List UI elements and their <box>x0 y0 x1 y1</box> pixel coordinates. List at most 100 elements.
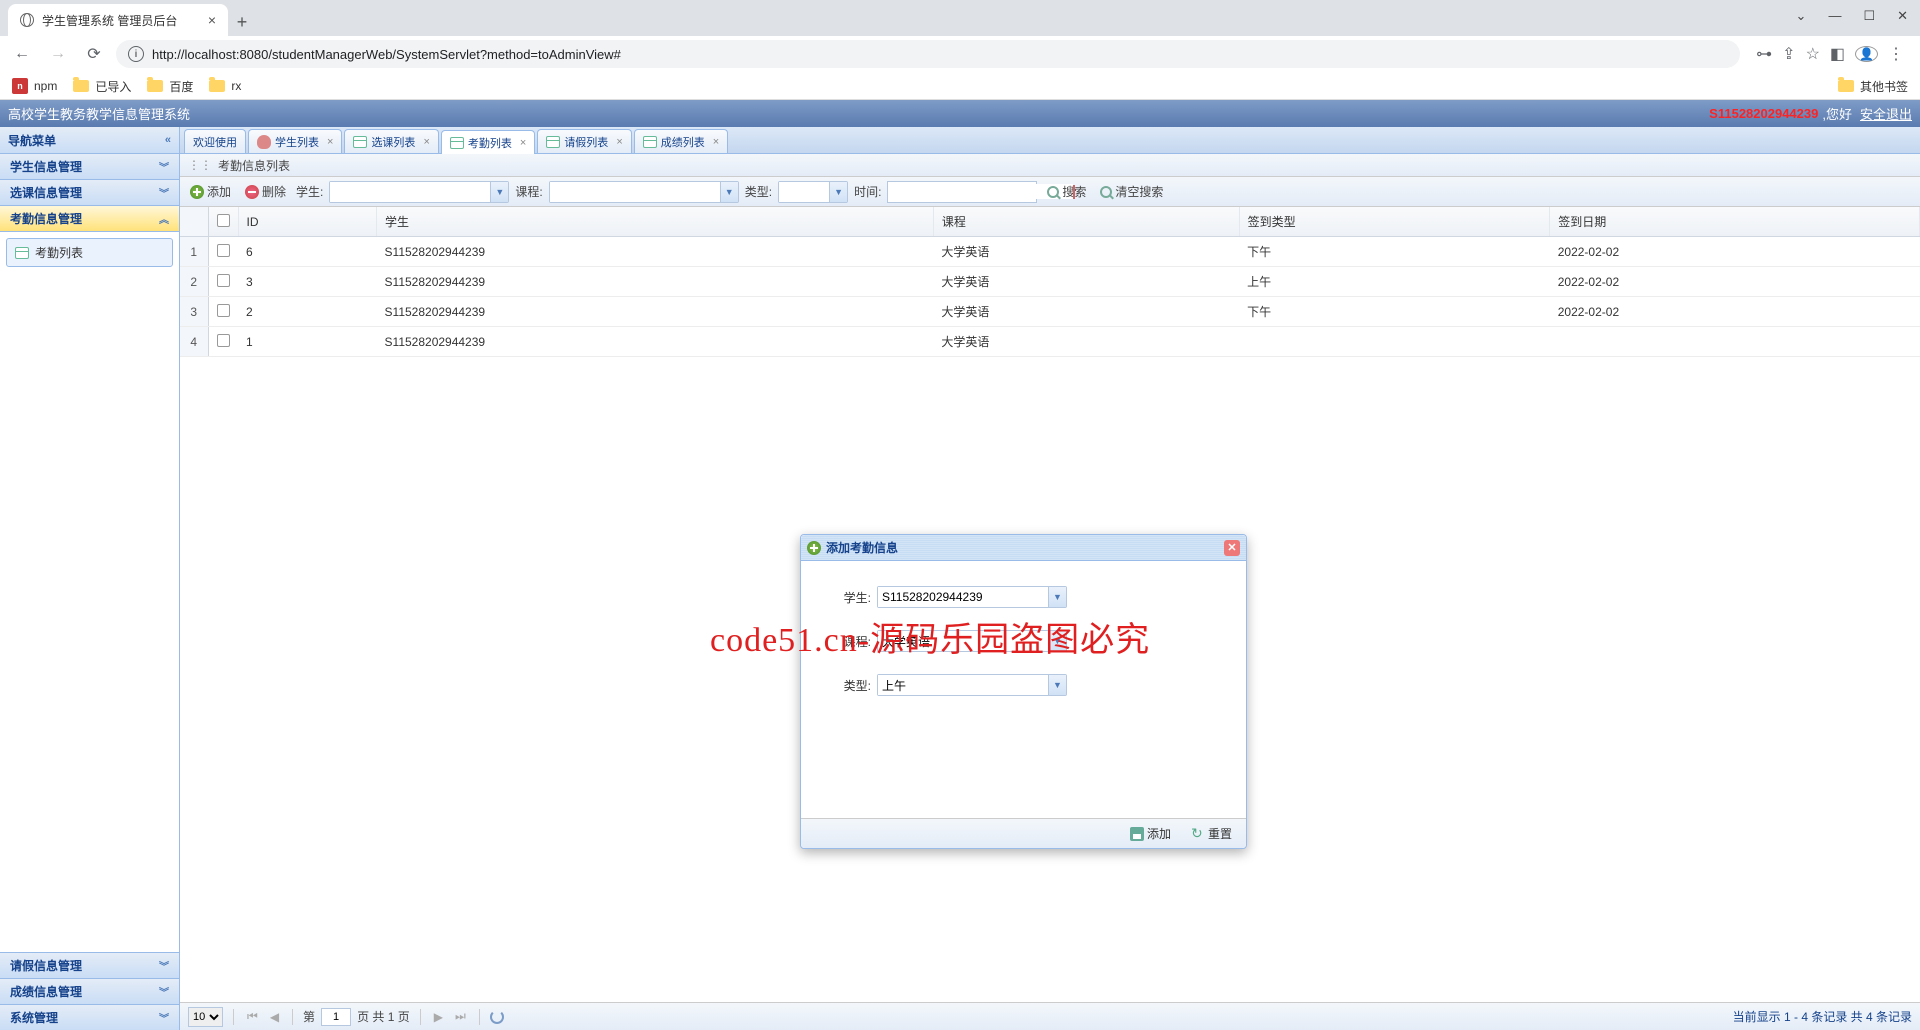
form-course-select[interactable]: ▼ <box>877 630 1067 652</box>
tab-attendance[interactable]: 考勤列表× <box>441 130 535 154</box>
globe-icon <box>20 13 34 27</box>
row-checkbox[interactable] <box>208 297 238 327</box>
bookmark-baidu[interactable]: 百度 <box>147 78 193 95</box>
cell-course: 大学英语 <box>933 327 1239 357</box>
close-icon[interactable]: × <box>520 137 526 149</box>
row-checkbox[interactable] <box>208 237 238 267</box>
row-number: 3 <box>180 297 208 327</box>
dialog-close-button[interactable]: ✕ <box>1224 540 1240 556</box>
prev-page-button[interactable]: ◀ <box>267 1010 282 1024</box>
bookmark-npm[interactable]: nnpm <box>12 78 57 94</box>
first-page-button[interactable]: ⏮ <box>244 1009 261 1024</box>
form-student-select[interactable]: ▼ <box>877 586 1067 608</box>
bookmark-imported[interactable]: 已导入 <box>73 78 131 95</box>
bookmark-other[interactable]: 其他书签 <box>1838 78 1908 95</box>
new-tab-button[interactable]: + <box>228 8 256 36</box>
tab-course[interactable]: 选课列表× <box>344 129 438 153</box>
course-filter[interactable]: ▼ <box>549 181 739 203</box>
close-icon[interactable]: × <box>616 136 622 148</box>
cell-date: 2022-02-02 <box>1550 237 1920 267</box>
col-student[interactable]: 学生 <box>377 207 934 237</box>
cell-student: S11528202944239 <box>377 237 934 267</box>
address-bar[interactable]: i http://localhost:8080/studentManagerWe… <box>116 40 1740 68</box>
chevron-down-icon[interactable]: ▼ <box>720 182 738 202</box>
table-row[interactable]: 2 3 S11528202944239 大学英语 上午 2022-02-02 <box>180 267 1920 297</box>
col-id[interactable]: ID <box>238 207 377 237</box>
bookmark-rx[interactable]: rx <box>209 79 241 93</box>
close-icon[interactable]: × <box>713 136 719 148</box>
greeting: ,您好 <box>1822 104 1852 123</box>
reload-button[interactable]: ⟳ <box>80 40 108 68</box>
cell-date <box>1550 327 1920 357</box>
star-icon[interactable]: ☆ <box>1806 44 1820 64</box>
clear-search-button[interactable]: 清空搜索 <box>1096 181 1167 202</box>
extensions-icon[interactable]: ◧ <box>1830 44 1845 64</box>
dialog-reset-button[interactable]: 重置 <box>1187 823 1236 844</box>
window-minimize-icon[interactable]: — <box>1828 8 1841 24</box>
npm-icon: n <box>12 78 28 94</box>
delete-button[interactable]: 删除 <box>241 181 290 202</box>
chevron-down-icon[interactable]: ▼ <box>1048 587 1066 607</box>
last-page-button[interactable]: ⏭ <box>452 1009 469 1024</box>
page-size-select[interactable]: 10 <box>188 1007 223 1027</box>
tab-close-icon[interactable]: × <box>208 12 216 28</box>
table-row[interactable]: 1 6 S11528202944239 大学英语 下午 2022-02-02 <box>180 237 1920 267</box>
profile-icon[interactable]: 👤 <box>1855 46 1878 62</box>
menu-icon[interactable]: ⋮ <box>1888 44 1904 64</box>
form-type-select[interactable]: ▼ <box>877 674 1067 696</box>
calendar-icon[interactable] <box>1073 185 1075 199</box>
sidebar-item-course[interactable]: 选课信息管理︾ <box>0 180 179 206</box>
dialog-add-button[interactable]: 添加 <box>1126 823 1175 844</box>
chevron-down-icon: ︾ <box>159 159 169 174</box>
tab-welcome[interactable]: 欢迎使用 <box>184 129 246 153</box>
sidebar-item-attendance[interactable]: 考勤信息管理︽ <box>0 206 179 232</box>
key-icon[interactable]: ⊶ <box>1756 44 1772 64</box>
tab-student[interactable]: 学生列表× <box>248 129 342 153</box>
chevron-down-icon[interactable]: ▼ <box>490 182 508 202</box>
form-course-label: 课程: <box>821 633 871 650</box>
cell-id: 1 <box>238 327 377 357</box>
share-icon[interactable]: ⇪ <box>1782 44 1795 64</box>
row-checkbox[interactable] <box>208 267 238 297</box>
tab-leave[interactable]: 请假列表× <box>537 129 631 153</box>
search-button[interactable]: 搜索 <box>1043 181 1090 202</box>
close-icon[interactable]: × <box>327 136 333 148</box>
row-checkbox[interactable] <box>208 327 238 357</box>
sidebar-item-system[interactable]: 系统管理︾ <box>0 1004 179 1030</box>
browser-tab[interactable]: 学生管理系统 管理员后台 × <box>8 4 228 36</box>
window-close-icon[interactable]: ✕ <box>1897 8 1908 24</box>
site-info-icon[interactable]: i <box>128 46 144 62</box>
close-icon[interactable]: × <box>423 136 429 148</box>
chevron-down-icon[interactable]: ▼ <box>1048 631 1066 651</box>
refresh-button[interactable] <box>490 1010 504 1024</box>
type-filter[interactable]: ▼ <box>778 181 848 203</box>
cell-student: S11528202944239 <box>377 327 934 357</box>
page-input[interactable] <box>321 1008 351 1026</box>
row-number: 1 <box>180 237 208 267</box>
chevron-down-icon[interactable]: ▼ <box>829 182 847 202</box>
collapse-icon[interactable]: « <box>165 134 171 146</box>
table-row[interactable]: 4 1 S11528202944239 大学英语 <box>180 327 1920 357</box>
chevron-down-icon[interactable]: ▼ <box>1048 675 1066 695</box>
forward-button[interactable]: → <box>44 40 72 68</box>
sidebar-item-leave[interactable]: 请假信息管理︾ <box>0 952 179 978</box>
sidebar-item-student[interactable]: 学生信息管理︾ <box>0 154 179 180</box>
back-button[interactable]: ← <box>8 40 36 68</box>
col-course[interactable]: 课程 <box>933 207 1239 237</box>
cell-type: 下午 <box>1239 237 1550 267</box>
next-page-button[interactable]: ▶ <box>431 1010 446 1024</box>
sidebar-item-grade[interactable]: 成绩信息管理︾ <box>0 978 179 1004</box>
col-checkbox[interactable] <box>208 207 238 237</box>
table-row[interactable]: 3 2 S11528202944239 大学英语 下午 2022-02-02 <box>180 297 1920 327</box>
sidebar-leaf-attendance-list[interactable]: 考勤列表 <box>6 238 173 267</box>
col-date[interactable]: 签到日期 <box>1550 207 1920 237</box>
student-filter[interactable]: ▼ <box>329 181 509 203</box>
logout-link[interactable]: 安全退出 <box>1860 104 1912 123</box>
save-icon <box>1130 827 1144 841</box>
add-button[interactable]: 添加 <box>186 181 235 202</box>
tab-grade[interactable]: 成绩列表× <box>634 129 728 153</box>
window-maximize-icon[interactable]: ☐ <box>1863 8 1875 24</box>
col-type[interactable]: 签到类型 <box>1239 207 1550 237</box>
time-filter[interactable] <box>887 181 1037 203</box>
window-dropdown-icon[interactable]: ⌄ <box>1796 8 1807 24</box>
